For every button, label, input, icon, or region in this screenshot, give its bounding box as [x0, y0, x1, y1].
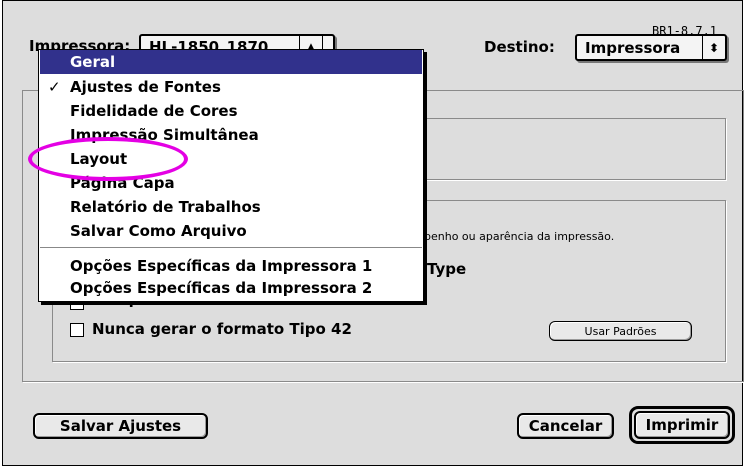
menu-item-label: Relatório de Trabalhos	[70, 198, 261, 216]
never-type42-checkbox[interactable]	[70, 323, 84, 337]
menu-item-geral[interactable]: Geral	[40, 50, 422, 74]
menu-item-label: Salvar Como Arquivo	[70, 222, 247, 240]
menu-item-label: Opções Específicas da Impressora 2	[70, 279, 373, 297]
menu-item-opcoes-impressora-2[interactable]: Opções Específicas da Impressora 2	[40, 276, 422, 300]
highlight-annotation	[28, 137, 188, 181]
updown-arrow-icon: ⬍	[702, 36, 725, 59]
menu-item-ajustes-fontes[interactable]: ✓ Ajustes de Fontes	[40, 75, 422, 99]
checkmark-icon: ✓	[48, 78, 61, 96]
menu-item-opcoes-impressora-1[interactable]: Opções Específicas da Impressora 1	[40, 254, 422, 278]
menu-item-label: Fidelidade de Cores	[70, 102, 238, 120]
destination-popup[interactable]: Impressora ⬍	[575, 34, 727, 61]
print-button[interactable]: Imprimir	[634, 411, 730, 439]
use-defaults-button[interactable]: Usar Padrões	[549, 321, 692, 341]
type-fragment: Type	[427, 260, 467, 278]
destination-label: Destino:	[484, 38, 555, 56]
menu-item-label: Opções Específicas da Impressora 1	[70, 257, 373, 275]
menu-item-salvar-arquivo[interactable]: Salvar Como Arquivo	[40, 219, 422, 243]
cancel-button[interactable]: Cancelar	[517, 413, 614, 439]
menu-separator	[40, 247, 422, 248]
menu-item-relatorio-trabalhos[interactable]: Relatório de Trabalhos	[40, 195, 422, 219]
menu-item-fidelidade-cores[interactable]: Fidelidade de Cores	[40, 99, 422, 123]
save-settings-button[interactable]: Salvar Ajustes	[33, 413, 208, 439]
menu-item-label: Geral	[70, 53, 116, 71]
destination-popup-value: Impressora	[585, 38, 681, 57]
menu-item-label: Ajustes de Fontes	[70, 78, 221, 96]
never-type42-label: Nunca gerar o formato Tipo 42	[92, 320, 352, 338]
panel-description: penho ou aparência da impressão.	[424, 230, 615, 243]
